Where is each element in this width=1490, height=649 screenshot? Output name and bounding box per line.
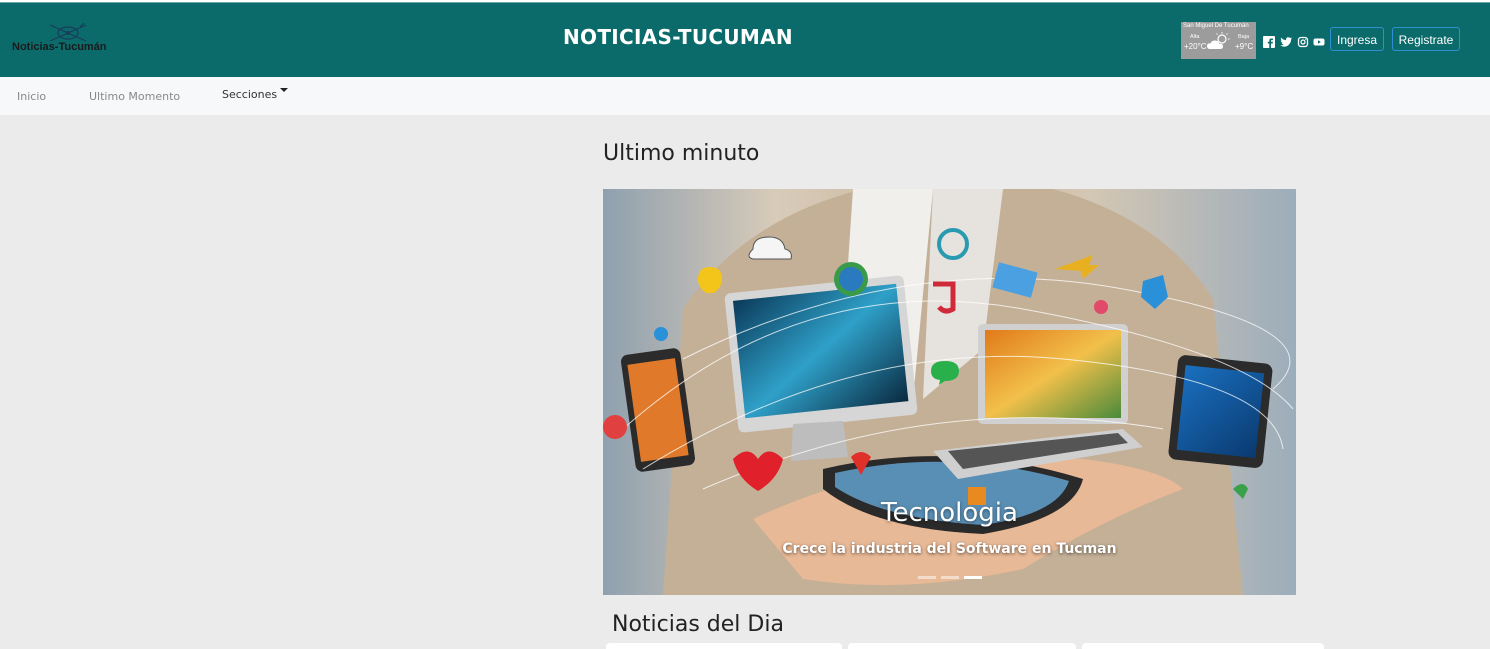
youtube-icon[interactable] (1313, 36, 1325, 48)
carousel-slide-subtitle: Crece la industria del Software en Tucma… (782, 541, 1117, 557)
instagram-icon[interactable] (1297, 36, 1309, 48)
chevron-down-icon (280, 88, 289, 92)
site-logo[interactable]: Noticias-Tucumán (10, 21, 125, 57)
weather-low-value: +9°C (1235, 42, 1254, 51)
news-card[interactable] (1082, 643, 1324, 649)
site-title[interactable]: NOTICIAS-TUCUMAN (563, 25, 793, 49)
latest-section-title: Ultimo minuto (603, 141, 760, 166)
main-nav: Inicio Ultimo Momento Secciones (0, 77, 1490, 115)
facebook-icon[interactable] (1263, 36, 1275, 48)
carousel-slide-title[interactable]: Tecnologia (603, 498, 1296, 528)
weather-low-label: Baja (1238, 34, 1250, 40)
carousel-indicator-2[interactable] (941, 576, 959, 579)
weather-city: San Miguel De Tucumán (1183, 23, 1249, 29)
carousel-indicator-1[interactable] (918, 576, 936, 579)
site-header: Noticias-Tucumán NOTICIAS-TUCUMAN San Mi… (0, 2, 1490, 78)
news-section-title: Noticias del Dia (612, 612, 784, 637)
register-button[interactable]: Registrate (1392, 27, 1460, 51)
partly-cloudy-icon (1207, 32, 1230, 49)
news-card[interactable] (606, 643, 842, 649)
news-carousel[interactable]: Tecnologia Crece la industria del Softwa… (603, 189, 1296, 595)
weather-widget[interactable]: San Miguel De Tucumán Alta +20°C Baja +9… (1181, 22, 1256, 59)
news-card[interactable] (848, 643, 1076, 649)
login-button[interactable]: Ingresa (1330, 27, 1384, 51)
twitter-icon[interactable] (1280, 36, 1292, 48)
nav-item-secciones[interactable]: Secciones (222, 88, 289, 101)
carousel-slide-image (603, 189, 1294, 595)
nav-item-inicio[interactable]: Inicio (17, 90, 46, 103)
nav-item-ultimo-momento[interactable]: Ultimo Momento (89, 90, 180, 103)
logo-text: Noticias-Tucumán (12, 41, 107, 53)
weather-high-value: +20°C (1184, 42, 1207, 51)
carousel-indicator-3[interactable] (964, 576, 982, 579)
weather-high-label: Alta (1190, 34, 1200, 40)
secciones-label: Secciones (222, 88, 278, 101)
